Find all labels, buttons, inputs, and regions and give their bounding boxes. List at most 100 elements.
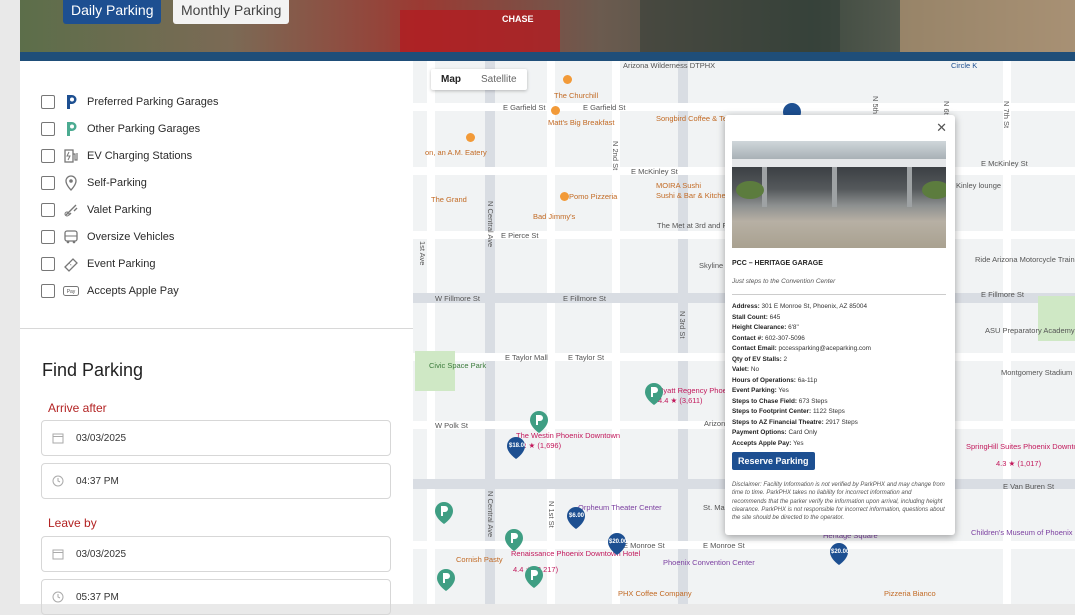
parking-pin-green[interactable] <box>525 566 543 588</box>
poi-label: Orpheum Theater Center <box>578 503 662 512</box>
street-label: N Central Ave <box>486 491 495 538</box>
hero-building <box>400 10 560 52</box>
filter-other-garages[interactable]: Other Parking Garages <box>41 119 200 139</box>
detail-row: Height Clearance: 6'8" <box>732 323 946 334</box>
leave-by-label: Leave by <box>48 516 97 530</box>
street-label: E Pierce St <box>501 231 539 240</box>
restaurant-marker[interactable] <box>551 106 560 115</box>
street-label: E Garfield St <box>583 103 626 112</box>
close-icon[interactable]: ✕ <box>936 120 947 136</box>
detail-row: Stall Count: 645 <box>732 313 946 324</box>
detail-value: pccessparking@aceparking.com <box>778 345 871 352</box>
checkbox[interactable] <box>41 95 55 109</box>
street-label: E McKinley St <box>981 159 1028 168</box>
parking-p-green-icon <box>63 121 79 137</box>
checkbox[interactable] <box>41 122 55 136</box>
checkbox[interactable] <box>41 176 55 190</box>
filter-label: Self-Parking <box>87 177 147 189</box>
svg-text:Pay: Pay <box>67 289 76 295</box>
street-label: 1st Ave <box>418 241 427 266</box>
street-label: E Taylor St <box>568 353 605 362</box>
street-label: W Fillmore St <box>435 294 480 303</box>
detail-row: Steps to AZ Financial Theatre: 2917 Step… <box>732 418 946 429</box>
detail-key: Contact #: <box>732 334 764 342</box>
detail-value: 2 <box>783 355 788 363</box>
arrive-time-field[interactable]: 04:37 PM <box>41 463 391 499</box>
detail-key: Valet: <box>732 366 750 373</box>
restaurant-marker[interactable] <box>466 133 475 142</box>
apple-pay-icon: Pay <box>63 283 79 299</box>
hero-facade <box>900 0 1075 52</box>
checkbox[interactable] <box>41 203 55 217</box>
detail-key: Steps to AZ Financial Theatre: <box>732 418 824 426</box>
detail-value: 1122 Steps <box>812 408 845 415</box>
street-label: N Central Ave <box>486 201 495 248</box>
satellite-view-button[interactable]: Satellite <box>471 69 527 90</box>
filter-preferred-garages[interactable]: Preferred Parking Garages <box>41 92 218 112</box>
map-view-button[interactable]: Map <box>431 69 471 90</box>
leave-time-field[interactable]: 05:37 PM <box>41 579 391 615</box>
detail-row: Qty of EV Stalls: 2 <box>732 355 946 366</box>
street-label: E Taylor Mall <box>505 353 548 362</box>
poi-label: Sushi & Bar & Kitchen <box>656 191 730 200</box>
street-label: E McKinley St <box>631 167 678 176</box>
arrive-after-label: Arrive after <box>48 401 107 415</box>
filter-ev-charging[interactable]: EV Charging Stations <box>41 146 192 166</box>
poi-label: Montgomery Stadium <box>1001 368 1073 377</box>
leave-date-value: 03/03/2025 <box>76 548 127 560</box>
detail-row: Steps to Chase Field: 673 Steps <box>732 397 946 408</box>
poi-label: 4.3 ★ (1,017) <box>996 459 1042 468</box>
poi-label: Civic Space Park <box>429 361 487 370</box>
tab-daily-parking[interactable]: Daily Parking <box>63 0 162 24</box>
poi-label: Bad Jimmy's <box>533 212 576 221</box>
filter-self-parking[interactable]: Self-Parking <box>41 173 147 193</box>
parking-map[interactable]: E Garfield St E Garfield St E McKinley S… <box>413 61 1075 604</box>
poi-label: 4.4 ★ (3,611) <box>658 396 703 405</box>
detail-value: 645 <box>769 313 781 321</box>
filter-label: Oversize Vehicles <box>87 231 175 243</box>
filter-oversize[interactable]: Oversize Vehicles <box>41 227 174 247</box>
tab-monthly-parking[interactable]: Monthly Parking <box>173 0 290 24</box>
garage-beam <box>732 159 946 167</box>
detail-value: Card Only <box>788 429 818 436</box>
detail-key: Address: <box>732 303 760 310</box>
parking-pin-green[interactable] <box>505 529 523 551</box>
checkbox[interactable] <box>41 257 55 271</box>
clock-icon <box>52 591 64 603</box>
checkbox[interactable] <box>41 230 55 244</box>
filter-label: Valet Parking <box>87 204 152 216</box>
filter-apple-pay[interactable]: Pay Accepts Apple Pay <box>41 281 179 301</box>
detail-row: Address: 301 E Monroe St, Phoenix, AZ 85… <box>732 302 946 313</box>
restaurant-marker[interactable] <box>563 75 572 84</box>
pin-price: $20.00 <box>831 549 850 555</box>
street-label: N 3rd St <box>678 311 687 339</box>
parking-pin-green[interactable] <box>435 502 453 524</box>
leave-date-field[interactable]: 03/03/2025 <box>41 536 391 572</box>
checkbox[interactable] <box>41 149 55 163</box>
garage-tagline: Just steps to the Convention Center <box>732 278 836 285</box>
filter-label: Preferred Parking Garages <box>87 96 219 108</box>
poi-label: The Grand <box>431 195 467 204</box>
checkbox[interactable] <box>41 284 55 298</box>
poi-label: The Churchill <box>554 91 599 100</box>
poi-label: Cornish Pasty <box>456 555 503 564</box>
pin-price: $6.00 <box>569 513 585 519</box>
poi-label: Arizona Wilderness DTPHX <box>623 61 716 70</box>
street-label: W Polk St <box>435 421 468 430</box>
bus-icon <box>63 229 79 245</box>
parking-pin-green[interactable] <box>645 383 663 405</box>
restaurant-marker[interactable] <box>560 192 569 201</box>
detail-key: Event Parking: <box>732 387 777 394</box>
parking-pin-green[interactable] <box>530 411 548 433</box>
arrive-date-value: 03/03/2025 <box>76 432 127 444</box>
reserve-parking-button[interactable]: Reserve Parking <box>732 452 815 470</box>
filter-valet[interactable]: Valet Parking <box>41 200 152 220</box>
poi-label: MOIRA Sushi <box>656 181 702 190</box>
garage-info-popup: ✕ PCC – HERITAGE GARAGE Just steps to th… <box>725 115 955 535</box>
filter-event-parking[interactable]: Event Parking <box>41 254 155 274</box>
poi-label: Pomo Pizzeria <box>569 192 618 201</box>
parking-pin-green[interactable] <box>437 569 455 591</box>
arrive-date-field[interactable]: 03/03/2025 <box>41 420 391 456</box>
leave-time-value: 05:37 PM <box>76 591 119 603</box>
detail-value: 602-307-5096 <box>765 334 805 342</box>
